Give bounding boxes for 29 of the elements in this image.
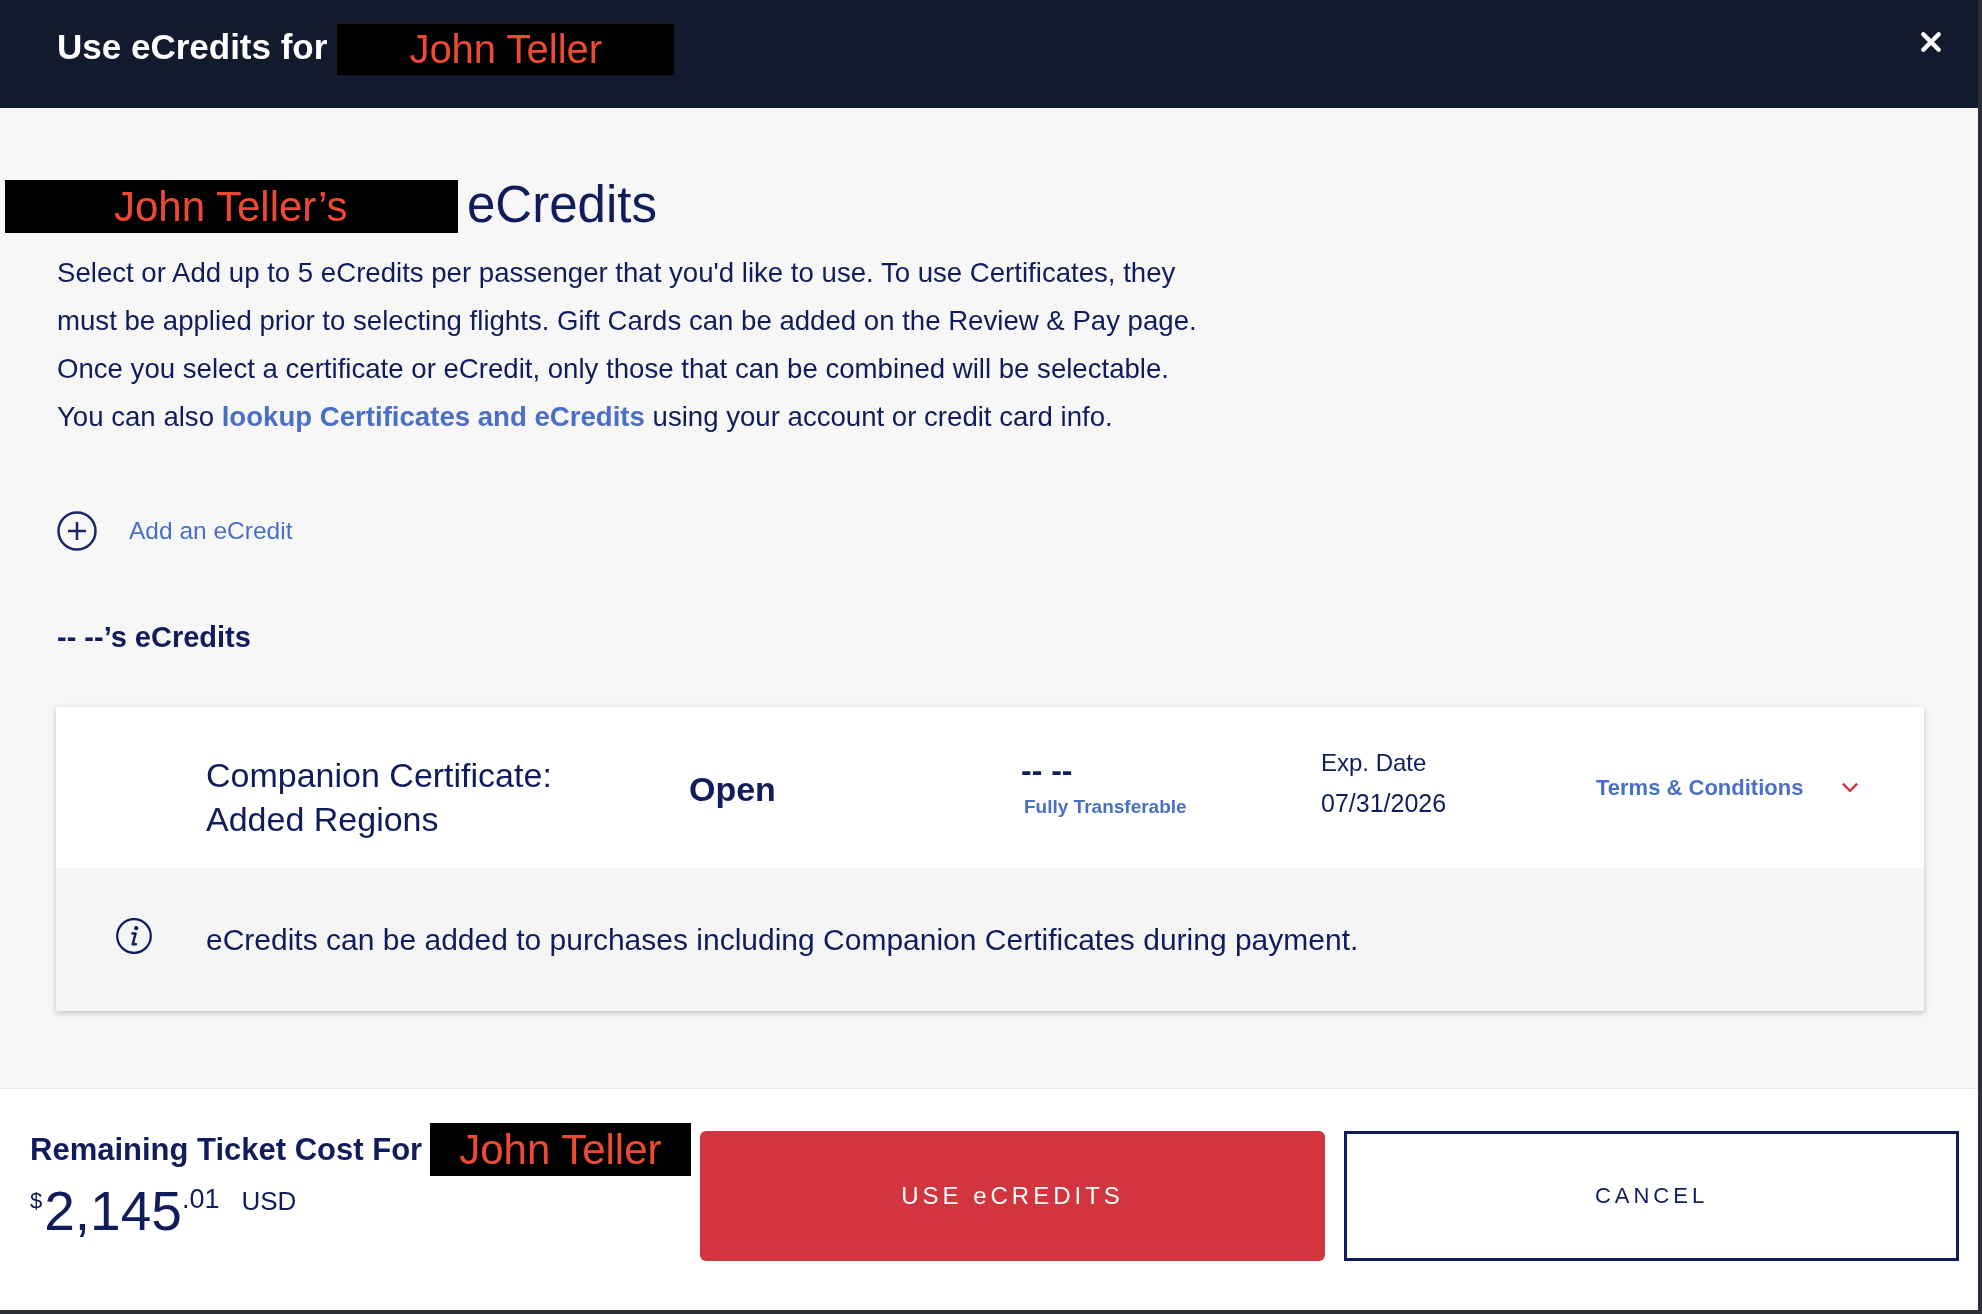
lookup-link[interactable]: lookup Certificates and eCredits — [221, 401, 645, 432]
transferability-text: Fully Transferable — [1023, 795, 1188, 818]
cancel-button[interactable]: CANCEL — [1344, 1131, 1959, 1261]
section-title: -- --’s eCredits — [57, 620, 251, 655]
currency-symbol: $ — [30, 1188, 43, 1214]
certificate-title: Companion Certificate: Added Regions — [206, 754, 553, 840]
terms-link[interactable]: Terms & Conditions — [1596, 774, 1804, 801]
remaining-cost-label: Remaining Ticket Cost For — [30, 1131, 423, 1168]
currency-code: USD — [241, 1186, 297, 1217]
price-amount: 2,145 — [44, 1179, 182, 1244]
modal-title: Use eCredits for — [57, 27, 328, 67]
passenger-name: John Teller’s — [5, 180, 458, 233]
note-text: eCredits can be added to purchases including Companion Certificates during payment. — [206, 922, 1359, 957]
add-ecredit-button[interactable]: Add an eCredit — [57, 511, 293, 551]
info-icon — [116, 917, 152, 954]
price-cents: .01 — [181, 1184, 220, 1215]
passenger-name: John Teller — [430, 1123, 691, 1176]
status-text: Open — [689, 770, 777, 809]
expiration-label: Exp. Date — [1321, 749, 1428, 777]
passenger-name: John Teller — [337, 23, 675, 75]
use-ecredits-button[interactable]: USE eCREDITS — [700, 1131, 1325, 1261]
chevron-down-icon[interactable] — [1841, 782, 1860, 793]
instructions-text: Select or Add up to 5 eCredits per passenger that you'd like to use. To use Certificates, they must be applied prior to selecting flights. Gift Cards can be added on the Review & Pay page. Once you select a certificate or eCredit, only those that can be combined will be selectable. You can also lookup Certificates and eCredits using your account or credit card info. — [57, 256, 1198, 434]
page-heading: eCredits — [467, 178, 657, 231]
close-button[interactable] — [1920, 31, 1942, 53]
close-icon — [1920, 31, 1942, 53]
plus-circle-icon — [57, 511, 97, 551]
holder-name: -- -- — [1021, 753, 1074, 786]
expiration-date: 07/31/2026 — [1321, 789, 1448, 818]
